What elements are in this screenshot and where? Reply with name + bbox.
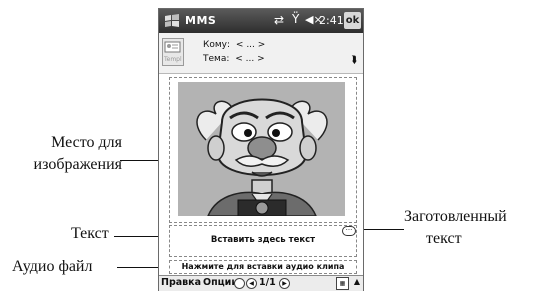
callout-image-place: Место для изображения: [10, 132, 122, 176]
subject-value[interactable]: < ... >: [235, 54, 264, 64]
clock-time[interactable]: 2:41: [319, 14, 344, 27]
subject-label: Тема:: [203, 54, 230, 64]
to-label: Кому:: [203, 40, 231, 50]
menu-edit[interactable]: Правка: [161, 277, 201, 288]
callout-image-place-line2: изображения: [33, 156, 122, 173]
message-header: Templ Кому: < ... > Тема: < ... > ⮯: [159, 33, 363, 74]
text-placeholder[interactable]: Вставить здесь текст: [170, 235, 356, 245]
app-title: MMS: [185, 14, 217, 27]
menu-bar: Правка Опции ◀ 1/1 ▶ ▦ ▲: [159, 275, 363, 291]
callout-template: Заготовленный текст: [404, 206, 507, 250]
contact-card-icon: [164, 41, 181, 53]
expand-chevron-icon[interactable]: ⮯: [351, 55, 357, 66]
audio-slot[interactable]: Нажмите для вставки аудио клипа: [169, 260, 357, 274]
audio-placeholder[interactable]: Нажмите для вставки аудио клипа: [170, 262, 356, 271]
to-value[interactable]: < ... >: [236, 40, 265, 50]
next-page-icon[interactable]: ▶: [279, 278, 290, 289]
keyboard-icon[interactable]: ▦: [336, 277, 349, 290]
template-text-button[interactable]: ···: [342, 226, 356, 236]
contacts-button-label: Templ: [164, 56, 182, 63]
contacts-button[interactable]: Templ: [162, 38, 184, 66]
play-circle-icon[interactable]: [234, 278, 245, 289]
prev-page-icon[interactable]: ◀: [246, 278, 257, 289]
callout-template-line1: Заготовленный: [404, 208, 507, 225]
picture-placeholder[interactable]: [178, 82, 345, 216]
menu-options[interactable]: Опции: [203, 277, 238, 288]
text-slot[interactable]: Вставить здесь текст: [169, 225, 357, 257]
title-bar: MMS ⇄ Ÿ ◀× 2:41 ok: [159, 9, 363, 33]
sync-icon[interactable]: ⇄: [274, 13, 284, 27]
subject-field[interactable]: Тема: < ... >: [203, 54, 265, 64]
signal-icon[interactable]: Ÿ: [292, 12, 299, 26]
callout-image-place-line1: Место для: [51, 134, 122, 151]
windows-start-icon[interactable]: [163, 12, 181, 30]
ok-button[interactable]: ok: [344, 12, 361, 29]
page-counter: 1/1: [259, 277, 276, 288]
callout-text: Текст: [71, 225, 109, 242]
input-up-arrow-icon[interactable]: ▲: [354, 277, 360, 286]
callout-audio: Аудио файл: [12, 258, 93, 275]
callout-template-line2: текст: [426, 230, 462, 247]
device-screen: MMS ⇄ Ÿ ◀× 2:41 ok Templ Кому: < ... > Т…: [158, 8, 364, 291]
cartoon-face-image: [178, 82, 345, 216]
to-field[interactable]: Кому: < ... >: [203, 40, 265, 50]
